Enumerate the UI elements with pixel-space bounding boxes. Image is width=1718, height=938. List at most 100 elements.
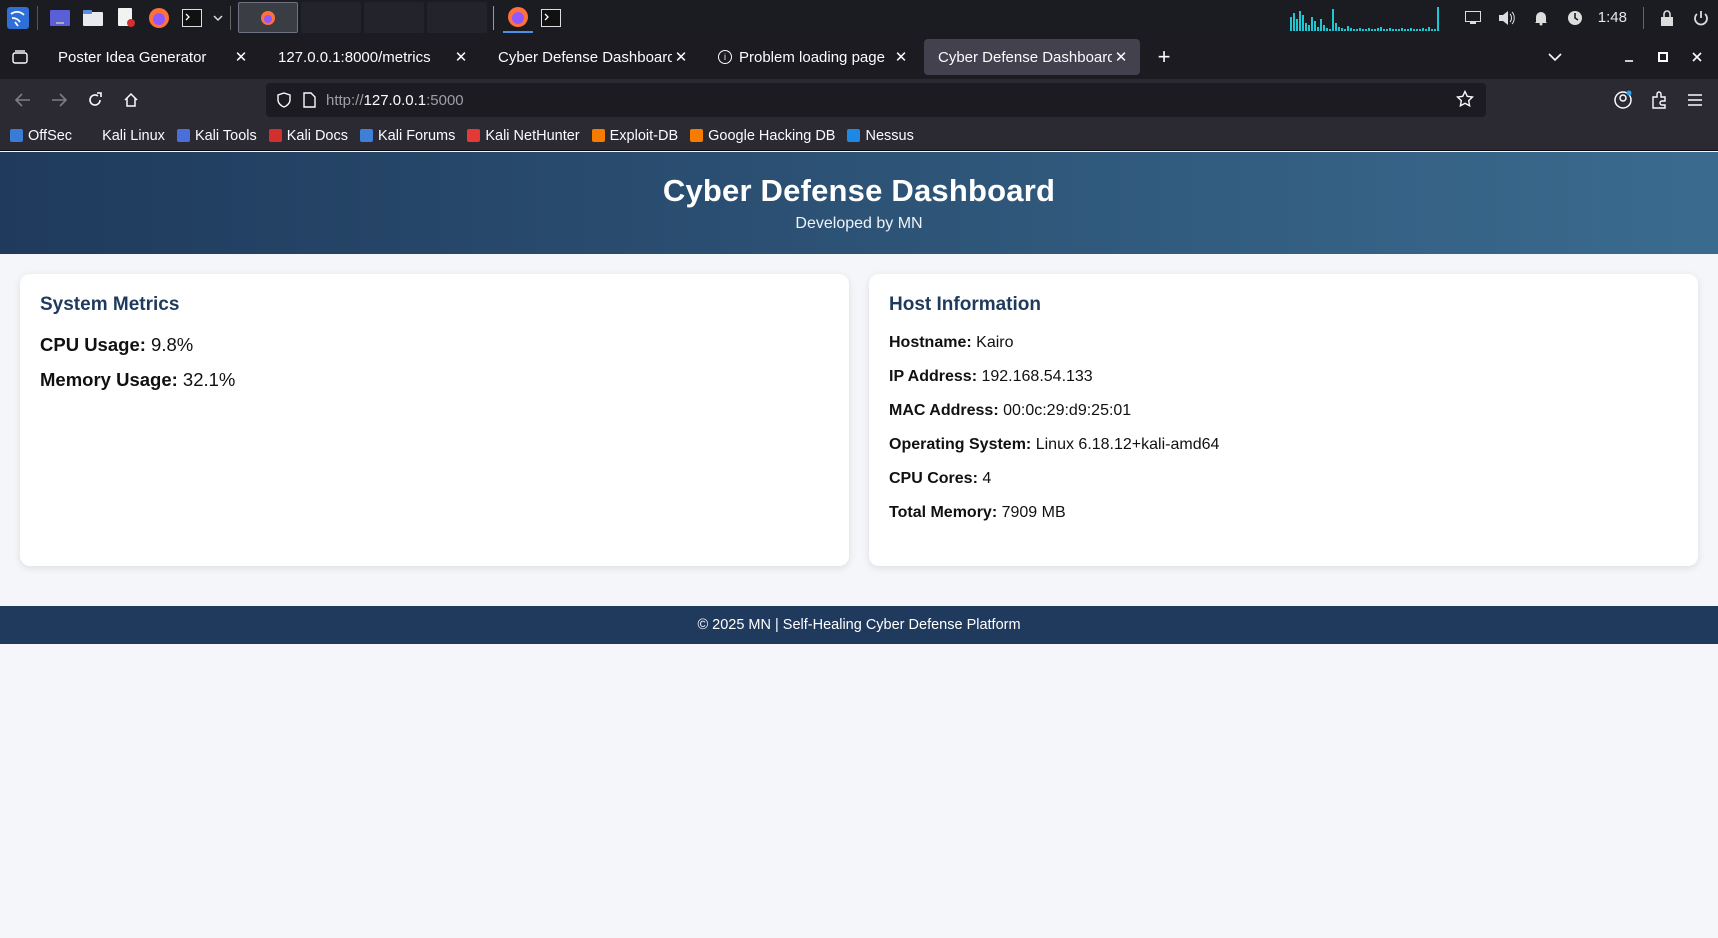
host-info-value: 4 [982,470,992,487]
web-page: Cyber Defense Dashboard Developed by MN … [0,152,1718,938]
bookmark-label: Kali Tools [194,127,257,144]
system-metrics-card: System Metrics CPU Usage: 9.8% Memory Us… [20,274,849,566]
memory-usage-value: 32.1% [182,369,236,390]
kali-menu-icon[interactable] [3,3,33,33]
bookmark-item[interactable]: Nessus [847,127,914,144]
browser-tab-strip: Poster Idea Generator ✕ 127.0.0.1:8000/met… [0,35,1718,79]
bookmark-star-icon[interactable] [1455,89,1475,113]
bookmark-label: Exploit-DB [609,127,679,144]
cards-container: System Metrics CPU Usage: 9.8% Memory Us… [20,274,1698,566]
page-header: Cyber Defense Dashboard Developed by MN [0,152,1718,254]
forward-arrow-icon[interactable] [42,84,76,116]
taskbar-terminal-icon[interactable] [536,3,566,33]
taskbar-firefox-icon[interactable] [503,3,533,33]
bookmark-item[interactable]: Kali Forums [359,127,456,144]
close-tab-icon[interactable]: ✕ [232,48,250,66]
memory-usage-metric: Memory Usage: 32.1% [40,369,829,391]
firefox-launcher-icon[interactable] [144,3,174,33]
hamburger-menu-icon[interactable] [1678,84,1712,116]
taskbar-window-firefox[interactable] [238,2,298,33]
cpu-usage-value: 9.8% [151,334,194,355]
host-information-card: Host Information Hostname: Kairo IP Addre… [869,274,1698,566]
file-manager-icon[interactable] [78,3,108,33]
taskbar-workspace-2[interactable] [301,2,361,33]
extensions-icon[interactable] [1642,84,1676,116]
tab-title: Poster Idea Generator [58,48,207,66]
volume-icon[interactable] [1490,3,1524,33]
chevron-down-icon[interactable] [210,3,226,33]
taskbar-workspace-3[interactable] [364,2,424,33]
host-info-label: CPU Cores: [889,470,978,487]
bookmark-favicon-icon [591,129,605,142]
page-icon [303,92,316,108]
display-icon[interactable] [1456,3,1490,33]
bookmark-label: Google Hacking DB [708,127,836,144]
logout-icon[interactable] [1684,3,1718,33]
list-all-tabs-icon[interactable] [1540,42,1570,72]
bookmark-label: Nessus [865,127,914,144]
url-text[interactable]: http://127.0.0.1:5000 [326,92,464,109]
taskbar-workspace-4[interactable] [427,2,487,33]
close-window-icon[interactable] [1682,42,1712,72]
bookmark-item[interactable]: Kali Tools [176,127,257,144]
bookmark-label: Kali Linux [102,127,165,144]
host-info-row: CPU Cores: 4 [889,470,1678,488]
bookmark-favicon-icon [84,129,98,142]
maximize-window-icon[interactable] [1648,42,1678,72]
host-info-row: Operating System: Linux 6.18.12+kali-amd… [889,436,1678,454]
host-info-value: Kairo [976,334,1014,351]
clock[interactable]: 1:48 [1598,9,1627,26]
host-info-value: 00:0c:29:d9:25:01 [1003,402,1132,419]
host-info-label: Total Memory: [889,504,998,521]
bookmark-label: Kali Forums [377,127,456,144]
terminal-launcher-icon[interactable] [177,3,207,33]
host-info-label: Operating System: [889,436,1032,453]
close-tab-icon[interactable]: ✕ [892,48,910,66]
lock-icon[interactable] [1650,3,1684,33]
close-tab-icon[interactable]: ✕ [1112,48,1130,66]
os-taskbar: 1:48 [0,0,1718,35]
host-info-row: MAC Address: 00:0c:29:d9:25:01 [889,402,1678,420]
bookmark-item[interactable]: Kali Docs [268,128,348,144]
minimize-window-icon[interactable] [1614,42,1644,72]
bookmark-favicon-icon [847,129,861,142]
bookmark-item[interactable]: Kali Linux [84,128,165,144]
firefox-view-icon[interactable] [0,35,40,79]
page-title: Cyber Defense Dashboard [662,173,1056,208]
host-info-value: 7909 MB [1001,504,1066,521]
bookmark-item[interactable]: OffSec [10,128,72,144]
new-tab-button[interactable]: + [1146,39,1182,75]
notification-bell-icon[interactable] [1524,3,1558,33]
close-tab-icon[interactable]: ✕ [672,48,690,66]
page-subtitle: Developed by MN [795,215,923,232]
bookmark-item[interactable]: Google Hacking DB [690,128,835,144]
browser-tab[interactable]: Poster Idea Generator ✕ [44,39,260,75]
browser-tab[interactable]: i Problem loading page ✕ [704,39,920,75]
host-info-label: Hostname: [889,334,972,351]
reload-icon[interactable] [78,84,112,116]
browser-tab[interactable]: Cyber Defense Dashboard - M✕ [484,39,700,75]
browser-tab[interactable]: Cyber Defense Dashboard - M✕ [924,39,1140,75]
close-tab-icon[interactable]: ✕ [452,48,470,66]
host-information-heading: Host Information [889,294,1041,315]
host-info-row: Total Memory: 7909 MB [889,504,1678,522]
desktop-icon[interactable] [45,3,75,33]
account-icon[interactable] [1606,84,1640,116]
cpu-usage-graph [1289,5,1442,31]
info-icon: i [718,50,732,64]
url-bar[interactable]: http://127.0.0.1:5000 [266,83,1486,117]
home-icon[interactable] [114,84,148,116]
browser-tab[interactable]: 127.0.0.1:8000/metrics ✕ [264,39,480,75]
bookmark-item[interactable]: Kali NetHunter [467,128,580,144]
bookmark-favicon-icon [268,129,282,142]
page-footer: © 2025 MN | Self-Healing Cyber Defense P… [0,606,1718,644]
bookmark-favicon-icon [176,129,190,142]
host-info-label: IP Address: [889,368,978,385]
text-editor-icon[interactable] [111,3,141,33]
power-manager-icon[interactable] [1558,3,1592,33]
tab-title: Problem loading page [739,48,885,66]
bookmark-label: OffSec [28,127,73,144]
back-arrow-icon[interactable] [6,84,40,116]
system-metrics-heading: System Metrics [40,294,180,315]
bookmark-item[interactable]: Exploit-DB [591,127,679,144]
